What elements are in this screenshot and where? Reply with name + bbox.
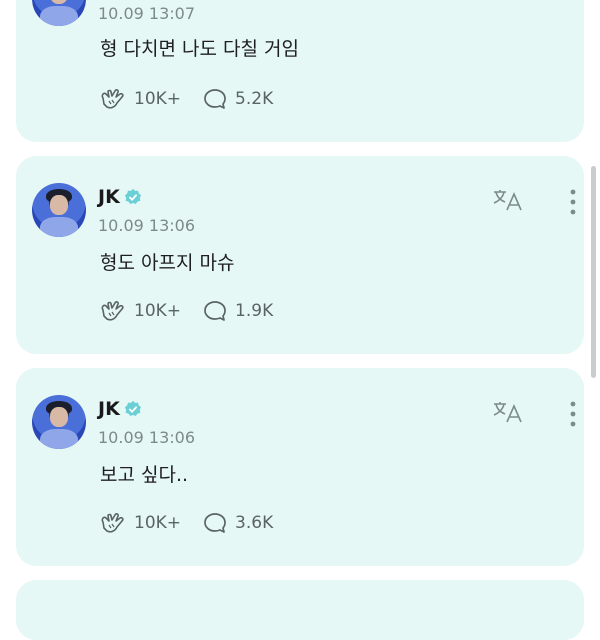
post-time: 10.09 13:06: [98, 428, 195, 447]
post-card[interactable]: [16, 580, 584, 640]
like-count: 10K+: [134, 513, 182, 533]
comment-count: 1.9K: [235, 301, 274, 321]
post-time: 10.09 13:06: [98, 216, 195, 235]
author-name-text: JK: [98, 398, 120, 420]
post-card[interactable]: JK 10.09 13:06 형도 아프지 마슈 10K+ 1.9K: [16, 156, 584, 354]
post-time: 10.09 13:07: [98, 4, 195, 23]
avatar[interactable]: [32, 395, 86, 449]
post-stats: 10K+ 3.6K: [100, 512, 273, 534]
comment-count: 3.6K: [235, 513, 274, 533]
post-text: 형도 아프지 마슈: [100, 252, 235, 274]
like-count: 10K+: [134, 301, 182, 321]
post-text: 보고 싶다..: [100, 464, 189, 486]
author-name[interactable]: JK: [98, 186, 142, 208]
like-icon: [101, 89, 124, 109]
verified-badge-icon: [124, 400, 141, 417]
post-text: 형 다치면 나도 다칠 거임: [100, 38, 299, 60]
translate-icon[interactable]: [492, 400, 524, 424]
avatar[interactable]: [32, 183, 86, 237]
author-name[interactable]: JK: [98, 398, 142, 420]
comment-icon: [204, 89, 226, 109]
scrollbar[interactable]: [591, 166, 596, 378]
like-button[interactable]: 10K+: [100, 300, 181, 322]
comment-button[interactable]: 5.2K: [203, 88, 273, 110]
like-count: 10K+: [134, 89, 182, 109]
post-card[interactable]: JK 10.09 13:06 보고 싶다.. 10K+ 3.6K: [16, 368, 584, 566]
verified-badge-icon: [124, 188, 141, 205]
comment-icon: [204, 301, 226, 321]
comment-icon: [204, 513, 226, 533]
like-icon: [101, 301, 124, 321]
more-options-icon[interactable]: [564, 188, 582, 216]
post-stats: 10K+ 5.2K: [100, 88, 273, 110]
translate-icon[interactable]: [492, 188, 524, 212]
comment-button[interactable]: 1.9K: [203, 300, 273, 322]
avatar[interactable]: [32, 0, 86, 26]
like-button[interactable]: 10K+: [100, 88, 181, 110]
more-options-icon[interactable]: [564, 400, 582, 428]
comment-button[interactable]: 3.6K: [203, 512, 273, 534]
author-name-text: JK: [98, 186, 120, 208]
like-icon: [101, 513, 124, 533]
post-card[interactable]: 10.09 13:07 형 다치면 나도 다칠 거임 10K+ 5.2K: [16, 0, 584, 142]
comment-count: 5.2K: [235, 89, 274, 109]
post-stats: 10K+ 1.9K: [100, 300, 273, 322]
like-button[interactable]: 10K+: [100, 512, 181, 534]
